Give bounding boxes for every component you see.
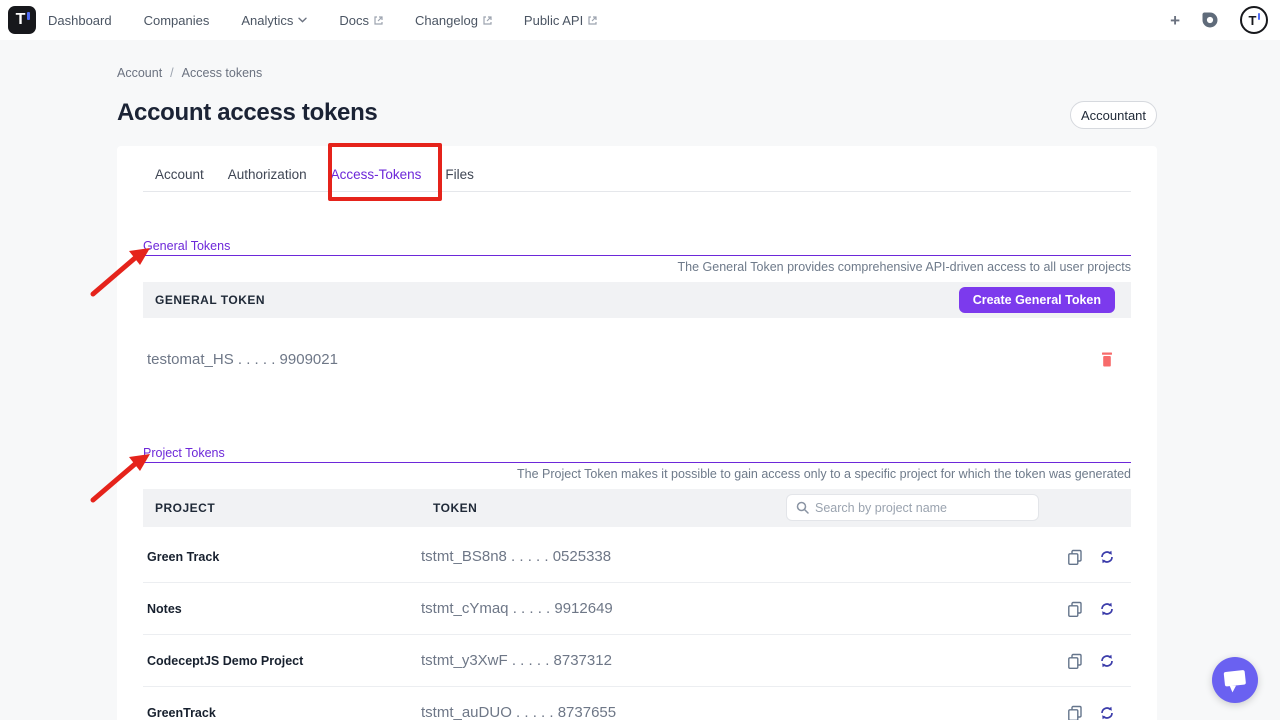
table-row: GreenTrack tstmt_auDUO . . . . . 8737655 (143, 687, 1131, 720)
general-tokens-heading[interactable]: General Tokens (143, 239, 230, 255)
tab-files[interactable]: Files (433, 158, 486, 191)
content-card: Account Authorization Access-Tokens File… (117, 146, 1157, 720)
table-row: Notes tstmt_cYmaq . . . . . 9912649 (143, 583, 1131, 635)
nav-companies[interactable]: Companies (144, 13, 210, 28)
avatar-accent (1258, 13, 1261, 20)
nav-public-api[interactable]: Public API (524, 13, 597, 28)
project-token-value: tstmt_y3XwF . . . . . 8737312 (421, 652, 612, 669)
nav-docs[interactable]: Docs (339, 13, 383, 28)
copy-icon[interactable] (1066, 548, 1083, 565)
tab-authorization[interactable]: Authorization (216, 158, 319, 191)
user-avatar[interactable]: T (1240, 6, 1268, 34)
project-token-table: Green Track tstmt_BS8n8 . . . . . 052533… (143, 531, 1131, 720)
app-logo[interactable]: T (8, 6, 36, 34)
support-icon[interactable] (1200, 10, 1220, 30)
refresh-icon[interactable] (1098, 652, 1115, 669)
project-name: Notes (147, 602, 182, 616)
app-logo-accent (27, 12, 30, 20)
tab-access-tokens[interactable]: Access-Tokens (319, 158, 434, 191)
app-logo-letter: T (16, 12, 26, 28)
search-input[interactable] (815, 501, 1038, 515)
project-token-value: tstmt_BS8n8 . . . . . 0525338 (421, 548, 611, 565)
trash-icon[interactable] (1099, 351, 1115, 368)
general-token-row: testomat_HS . . . . . 9909021 (143, 342, 1131, 376)
general-token-header-row: GENERAL TOKEN Create General Token (143, 282, 1131, 318)
chat-launcher-button[interactable] (1212, 657, 1258, 703)
avatar-letter: T (1249, 14, 1257, 27)
project-tokens-heading-row: Project Tokens (143, 444, 1131, 463)
project-token-value: tstmt_cYmaq . . . . . 9912649 (421, 600, 613, 617)
general-tokens-description: The General Token provides comprehensive… (143, 260, 1131, 274)
project-search (786, 494, 1039, 521)
table-row: CodeceptJS Demo Project tstmt_y3XwF . . … (143, 635, 1131, 687)
copy-icon[interactable] (1066, 652, 1083, 669)
breadcrumb-account[interactable]: Account (117, 66, 162, 80)
project-tokens-description: The Project Token makes it possible to g… (143, 467, 1131, 481)
search-icon (796, 501, 809, 514)
refresh-icon[interactable] (1098, 548, 1115, 565)
nav-dashboard[interactable]: Dashboard (48, 13, 112, 28)
accountant-button[interactable]: Accountant (1070, 101, 1157, 129)
copy-icon[interactable] (1066, 704, 1083, 720)
table-row: Green Track tstmt_BS8n8 . . . . . 052533… (143, 531, 1131, 583)
create-general-token-button[interactable]: Create General Token (959, 287, 1115, 313)
refresh-icon[interactable] (1098, 704, 1115, 720)
project-tokens-heading[interactable]: Project Tokens (143, 446, 225, 462)
external-link-icon (483, 16, 492, 25)
token-column-header: TOKEN (433, 501, 477, 515)
project-name: GreenTrack (147, 706, 216, 720)
breadcrumb-separator: / (170, 66, 173, 80)
general-token-value: testomat_HS . . . . . 9909021 (147, 351, 338, 368)
general-tokens-heading-row: General Tokens (143, 237, 1131, 256)
navbar-actions: + T (1170, 6, 1268, 34)
tab-account[interactable]: Account (143, 158, 216, 191)
chevron-down-icon (298, 17, 307, 23)
general-token-column-header: GENERAL TOKEN (155, 293, 265, 307)
project-name: CodeceptJS Demo Project (147, 654, 303, 668)
refresh-icon[interactable] (1098, 600, 1115, 617)
copy-icon[interactable] (1066, 600, 1083, 617)
nav-changelog[interactable]: Changelog (415, 13, 492, 28)
project-token-value: tstmt_auDUO . . . . . 8737655 (421, 704, 616, 720)
primary-nav: Dashboard Companies Analytics Docs Chang… (48, 13, 597, 28)
project-column-header: PROJECT (155, 501, 215, 515)
plus-icon[interactable]: + (1170, 12, 1180, 29)
external-link-icon (588, 16, 597, 25)
top-navbar: T Dashboard Companies Analytics Docs Cha… (0, 0, 1280, 40)
tab-bar: Account Authorization Access-Tokens File… (143, 158, 1131, 192)
project-name: Green Track (147, 550, 219, 564)
breadcrumb-access-tokens: Access tokens (182, 66, 263, 80)
page-title: Account access tokens (117, 99, 377, 127)
external-link-icon (374, 16, 383, 25)
nav-analytics[interactable]: Analytics (241, 13, 307, 28)
chat-bubble-icon (1212, 657, 1258, 703)
breadcrumb: Account / Access tokens (117, 66, 262, 80)
